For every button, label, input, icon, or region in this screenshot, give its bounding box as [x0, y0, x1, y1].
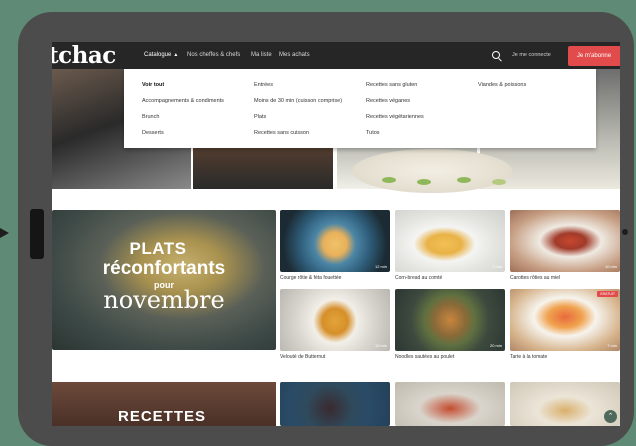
recipe-image: GRATUIT 7 min [510, 289, 620, 351]
garnish [492, 179, 506, 185]
recipe-card[interactable]: 20 min Noodles sautées au poulet [395, 289, 505, 360]
recipe-card[interactable]: 10 min Carottes rôties au miel [510, 210, 620, 281]
recipe-image: 13 min [280, 289, 390, 351]
menu-item-moins-30-min[interactable]: Moins de 30 min (cuisson comprise) [254, 98, 342, 104]
menu-item-desserts[interactable]: Desserts [142, 130, 164, 136]
menu-item-plats[interactable]: Plats [254, 114, 266, 120]
recipe-duration: 7 min [607, 343, 617, 348]
garnish [417, 179, 431, 185]
recipe-image: 20 min [395, 289, 505, 351]
banner-line-4: novembre [103, 286, 225, 314]
recipe-card[interactable]: 12 min Courge rôtie & féta fouettée [280, 210, 390, 281]
scroll-top-icon[interactable]: ⌃ [604, 410, 617, 423]
recipe-title: Courge rôtie & féta fouettée [280, 275, 342, 281]
recipe-card-preview[interactable] [510, 382, 620, 426]
recipe-duration: 20 min [489, 343, 502, 348]
recipe-duration: 12 min [374, 264, 387, 269]
recipe-title: Corn-bread au comté [395, 275, 443, 281]
search-icon[interactable] [492, 51, 500, 59]
recipe-image: 10 min [510, 210, 620, 272]
garnish [457, 177, 471, 183]
menu-item-vegetariennes[interactable]: Recettes végétariennes [366, 114, 424, 120]
recipe-duration: 13 min [374, 343, 387, 348]
free-badge: GRATUIT [596, 291, 618, 297]
promo-banner-plats-reconfortants[interactable]: PLATS réconfortants pour novembre [52, 210, 276, 350]
catalogue-dropdown-menu: Voir tout Accompagnements & condiments B… [124, 69, 596, 148]
menu-item-sans-gluten[interactable]: Recettes sans gluten [366, 82, 417, 88]
banner-line-2: réconfortants [102, 258, 226, 279]
menu-item-veganes[interactable]: Recettes véganes [366, 98, 410, 104]
recipe-duration: 10 min [604, 264, 617, 269]
nav-chefs[interactable]: Nos cheffes & chefs [187, 42, 240, 69]
login-link[interactable]: Je me connecte [512, 42, 551, 69]
recipe-duration: 7 min [492, 264, 502, 269]
bottom-banner-title: RECETTES [118, 408, 207, 425]
tablet-camera [30, 209, 44, 259]
recipe-image: 7 min [395, 210, 505, 272]
site-logo[interactable]: tchac [52, 42, 116, 69]
menu-item-tutos[interactable]: Tutos [366, 130, 380, 136]
recipe-card-preview[interactable] [280, 382, 390, 426]
recipe-image: 12 min [280, 210, 390, 272]
chevron-up-icon: ▲ [173, 52, 179, 58]
recipe-title: Velouté de Butternut [280, 354, 326, 360]
recipe-title: Tarte à la tomate [510, 354, 548, 360]
garnish [382, 177, 396, 183]
recipe-title: Carottes rôties au miel [510, 275, 561, 281]
plate-image [352, 149, 512, 193]
nav-catalogue[interactable]: Catalogue ▲ [144, 42, 178, 69]
recipe-card[interactable]: GRATUIT 7 min Tarte à la tomate [510, 289, 620, 360]
tablet-screen: tchac Catalogue ▲ Nos cheffes & chefs Ma … [52, 42, 620, 426]
recipe-card[interactable]: 7 min Corn-bread au comté [395, 210, 505, 281]
promo-banner-recettes[interactable]: RECETTES [52, 382, 276, 426]
menu-item-viandes-poissons[interactable]: Viandes & poissons [478, 82, 526, 88]
menu-item-sans-cuisson[interactable]: Recettes sans cuisson [254, 130, 309, 136]
recipe-card[interactable]: 13 min Velouté de Butternut [280, 289, 390, 360]
menu-item-voir-tout[interactable]: Voir tout [142, 82, 164, 88]
recipe-card-preview[interactable] [395, 382, 505, 426]
menu-item-accompagnements[interactable]: Accompagnements & condiments [142, 98, 224, 104]
nav-mes-achats[interactable]: Mes achats [279, 42, 310, 69]
banner-line-1: PLATS [129, 239, 187, 258]
nav-catalogue-label: Catalogue [144, 52, 172, 58]
nav-ma-liste[interactable]: Ma liste [251, 42, 272, 69]
menu-item-entrees[interactable]: Entrées [254, 82, 273, 88]
top-navbar: tchac Catalogue ▲ Nos cheffes & chefs Ma … [52, 42, 620, 69]
menu-item-brunch[interactable]: Brunch [142, 114, 159, 120]
pointer-arrow-icon [0, 228, 9, 238]
recipe-title: Noodles sautées au poulet [395, 354, 455, 360]
pointer-dot-icon [622, 229, 628, 235]
subscribe-button[interactable]: Je m'abonne [568, 46, 620, 66]
